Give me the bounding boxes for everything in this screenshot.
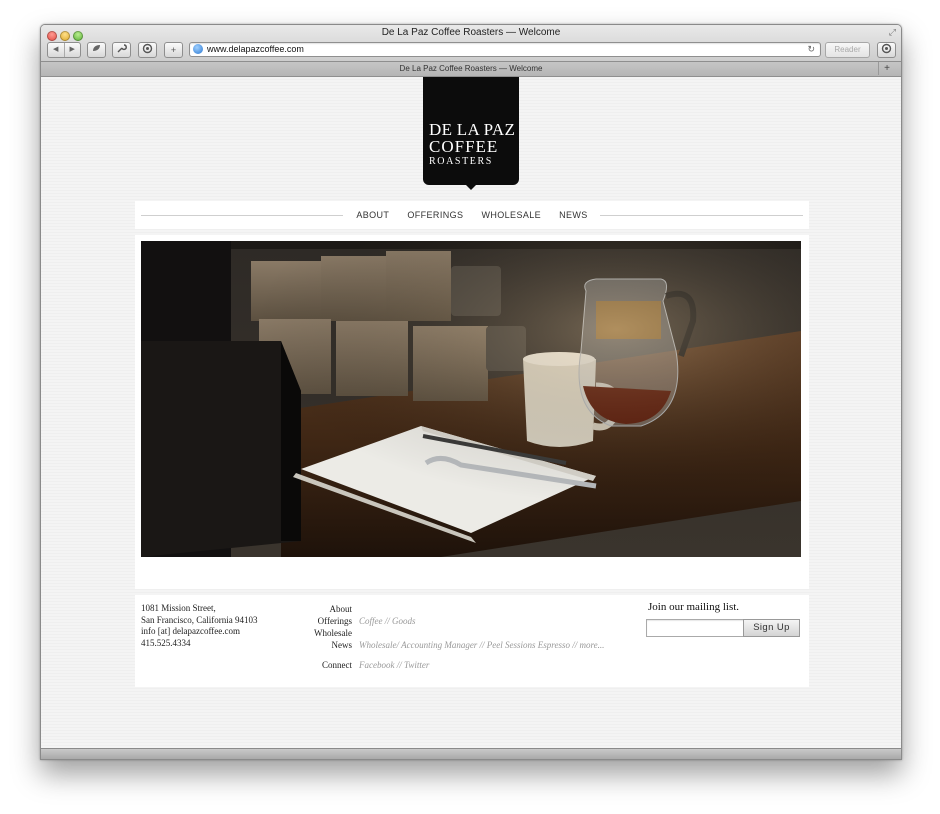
hero-section <box>135 235 809 589</box>
tab-bar: De La Paz Coffee Roasters — Welcome + <box>41 62 901 77</box>
add-bookmark-icon[interactable]: + <box>164 42 183 58</box>
footer-offerings-links[interactable]: Coffee // Goods <box>359 615 604 627</box>
web-content: DE LA PAZ COFFEE ROASTERS ABOUT OFFERINGS… <box>41 77 901 759</box>
hero-image <box>141 241 801 557</box>
tools-icon[interactable] <box>112 42 131 58</box>
forward-icon[interactable]: ▶ <box>63 43 81 57</box>
main-nav: ABOUT OFFERINGS WHOLESALE NEWS <box>135 201 809 229</box>
logo-line-3: ROASTERS <box>429 156 493 167</box>
address-email[interactable]: info [at] delapazcoffee.com <box>141 626 257 638</box>
back-icon[interactable]: ◀ <box>48 43 64 57</box>
logo-line-1: DE LA PAZ <box>429 120 516 139</box>
browser-window: De La Paz Coffee Roasters — Welcome ⤢ ◀ … <box>40 24 902 760</box>
nav-wholesale[interactable]: WHOLESALE <box>481 201 541 229</box>
footer-news-links[interactable]: Wholesale/ Accounting Manager // Peel Se… <box>359 639 604 651</box>
footer-nav-about[interactable]: About <box>265 603 353 615</box>
signup-button[interactable]: Sign Up <box>743 619 800 637</box>
fullscreen-icon[interactable]: ⤢ <box>889 27 896 38</box>
footer-address: 1081 Mission Street, San Francisco, Cali… <box>141 603 257 649</box>
footer-nav-offerings[interactable]: Offerings <box>265 615 352 627</box>
site-logo[interactable]: DE LA PAZ COFFEE ROASTERS <box>423 77 519 185</box>
footer-sublinks: Coffee // Goods Wholesale/ Accounting Ma… <box>359 603 604 671</box>
reader-button[interactable]: Reader <box>825 42 870 58</box>
mailing-list-heading: Join our mailing list. <box>648 601 740 613</box>
logo-line-2: COFFEE <box>429 137 499 156</box>
sidebar-icon[interactable] <box>87 42 106 58</box>
footer-nav: About Offerings Wholesale News Connect <box>265 603 352 671</box>
footer-nav-connect[interactable]: Connect <box>265 659 352 671</box>
window-title: De La Paz Coffee Roasters — Welcome <box>381 27 561 38</box>
window-bottom-bar <box>41 748 901 759</box>
back-forward-buttons: ◀ ▶ <box>47 42 81 58</box>
title-bar: De La Paz Coffee Roasters — Welcome ⤢ ◀ … <box>41 25 901 62</box>
globe-icon <box>193 44 203 54</box>
reload-icon[interactable]: ↻ <box>807 43 815 56</box>
nav-about[interactable]: ABOUT <box>356 201 389 229</box>
nav-links: ABOUT OFFERINGS WHOLESALE NEWS <box>135 201 809 229</box>
nav-news[interactable]: NEWS <box>559 201 588 229</box>
footer-connect-links[interactable]: Facebook // Twitter <box>359 659 604 671</box>
page-icon[interactable] <box>138 42 157 58</box>
address-street: 1081 Mission Street, <box>141 603 216 613</box>
address-city: San Francisco, California 94103 <box>141 614 258 625</box>
tab-active[interactable]: De La Paz Coffee Roasters — Welcome <box>41 62 901 76</box>
address-phone: 415.525.4334 <box>141 637 191 648</box>
new-tab-icon[interactable]: + <box>878 62 895 75</box>
site-footer: 1081 Mission Street, San Francisco, Cali… <box>135 595 809 687</box>
url-text[interactable]: www.delapazcoffee.com <box>207 43 304 56</box>
mailing-email-input[interactable] <box>646 619 746 637</box>
download-icon[interactable] <box>877 42 896 58</box>
footer-nav-wholesale[interactable]: Wholesale <box>265 627 352 639</box>
logo-pointer <box>466 185 476 190</box>
footer-nav-news[interactable]: News <box>265 639 353 651</box>
nav-offerings[interactable]: OFFERINGS <box>407 201 463 229</box>
address-bar[interactable]: www.delapazcoffee.com ↻ <box>189 42 821 57</box>
